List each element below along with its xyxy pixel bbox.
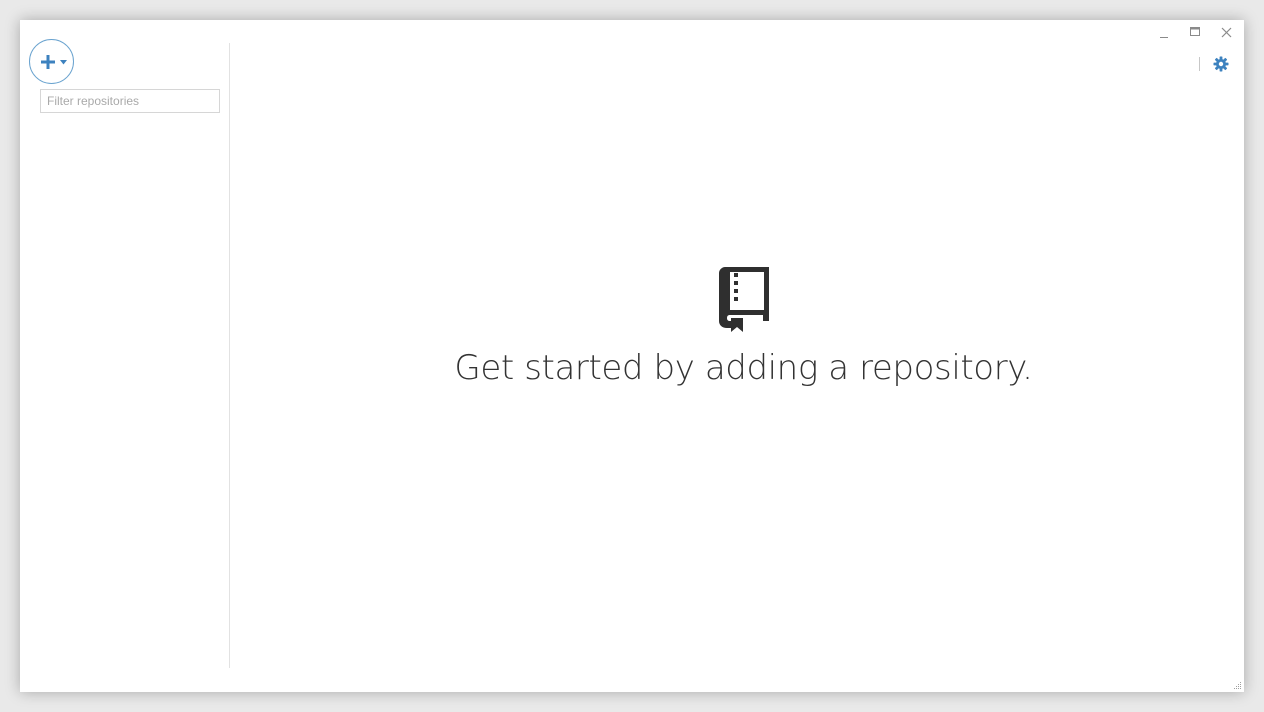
empty-state-message: Get started by adding a repository. bbox=[454, 348, 1033, 388]
filter-repositories-input[interactable] bbox=[40, 89, 220, 113]
repository-book-icon bbox=[719, 267, 769, 332]
plus-icon bbox=[41, 55, 55, 69]
caret-down-icon bbox=[60, 60, 67, 65]
empty-state: Get started by adding a repository. bbox=[230, 20, 1244, 692]
sidebar bbox=[20, 20, 229, 692]
add-repository-button[interactable] bbox=[29, 39, 74, 84]
app-window: Get started by adding a repository. bbox=[20, 20, 1244, 692]
resize-grip-icon[interactable] bbox=[1234, 682, 1242, 690]
